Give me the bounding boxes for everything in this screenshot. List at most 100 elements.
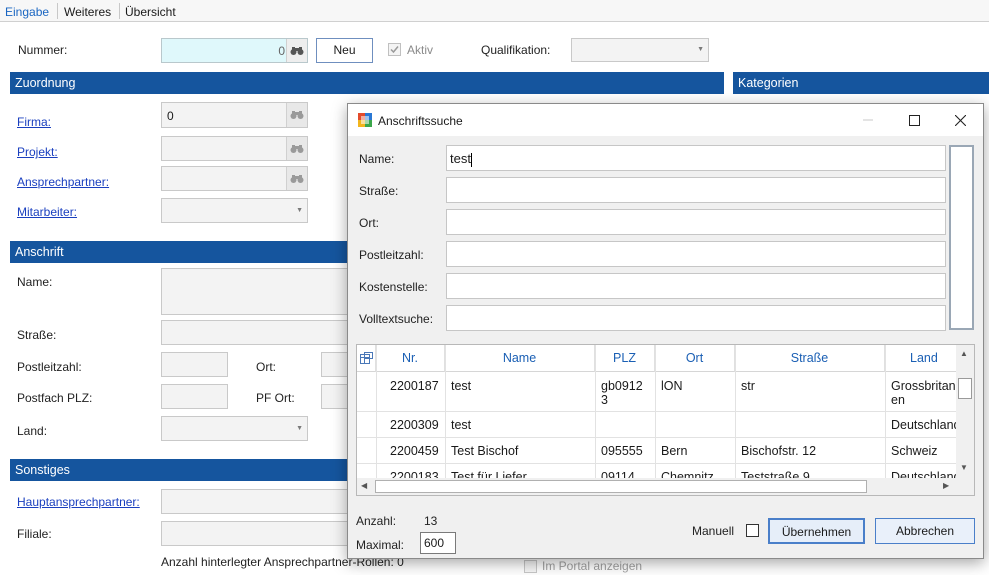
tab-weiteres[interactable]: Weiteres: [64, 3, 111, 21]
anschrift-name-label: Name:: [17, 275, 53, 289]
search-strasse-input[interactable]: [446, 177, 946, 203]
abbrechen-button[interactable]: Abbrechen: [875, 518, 975, 544]
tab-uebersicht[interactable]: Übersicht: [125, 3, 176, 21]
close-icon: [954, 114, 966, 126]
scroll-right-icon[interactable]: ▶: [943, 481, 949, 490]
vertical-scroll-thumb[interactable]: [958, 378, 972, 399]
column-header-plz[interactable]: PLZ: [595, 345, 655, 372]
pf-ort-label: PF Ort:: [256, 391, 295, 405]
postfach-plz-field[interactable]: [161, 384, 228, 409]
vertical-scrollbar[interactable]: ▲ ▼: [956, 345, 974, 478]
nummer-search-button[interactable]: [286, 39, 307, 62]
anschrift-ort-field[interactable]: [321, 352, 350, 377]
cell-nr: 2200459: [390, 444, 439, 458]
maximal-input[interactable]: 600: [420, 532, 456, 554]
horizontal-scroll-thumb[interactable]: [375, 480, 867, 493]
ansprechpartner-field[interactable]: [161, 166, 308, 191]
anschrift-strasse-field[interactable]: [161, 320, 350, 345]
anschrift-strasse-label: Straße:: [17, 328, 57, 342]
firma-link[interactable]: Firma:: [17, 115, 51, 129]
column-header-nr[interactable]: Nr.: [376, 345, 445, 372]
hauptansprechpartner-field[interactable]: [161, 489, 350, 514]
zuordnung-header: Zuordnung: [10, 72, 724, 94]
tab-separator: [57, 3, 58, 19]
column-header-strasse[interactable]: Straße: [735, 345, 885, 372]
cell-name: test: [451, 418, 472, 432]
search-plz-input[interactable]: [446, 241, 946, 267]
dialog-titlebar: Anschriftssuche: [348, 104, 983, 136]
table-row[interactable]: 2200459 Test Bischof 095555 Bern Bischof…: [357, 438, 956, 463]
minimize-icon: [863, 119, 873, 121]
column-chooser-icon: [359, 352, 373, 364]
search-volltext-input[interactable]: [446, 305, 946, 331]
binoculars-icon: [290, 46, 304, 55]
search-ort-input[interactable]: [446, 209, 946, 235]
hauptansprechpartner-link[interactable]: Hauptansprechpartner:: [17, 495, 140, 509]
qualifikation-dropdown[interactable]: ▼: [571, 38, 709, 62]
binoculars-icon: [290, 144, 304, 153]
results-grid[interactable]: Nr. Name PLZ Ort Straße Land 2200187 tes…: [356, 344, 975, 496]
chevron-down-icon: ▼: [697, 46, 704, 53]
maximal-label: Maximal:: [356, 538, 405, 552]
maximize-button[interactable]: [891, 104, 937, 136]
binoculars-icon: [290, 111, 304, 119]
search-kostenstelle-input[interactable]: [446, 273, 946, 299]
anzahl-label: Anzahl:: [356, 514, 397, 528]
projekt-link[interactable]: Projekt:: [17, 145, 58, 159]
portal-label: Im Portal anzeigen: [542, 559, 643, 573]
column-header-ort[interactable]: Ort: [655, 345, 735, 372]
table-row[interactable]: 2200309 test Deutschland: [357, 412, 956, 437]
manuell-checkbox[interactable]: [746, 524, 759, 537]
portal-checkbox[interactable]: [524, 560, 537, 573]
filiale-label: Filiale:: [17, 527, 52, 541]
land-label: Land:: [17, 424, 48, 438]
nummer-field[interactable]: 0: [161, 38, 308, 63]
land-dropdown[interactable]: ▼: [161, 416, 308, 441]
firma-search-button[interactable]: [286, 103, 307, 127]
anschrift-name-field[interactable]: [161, 268, 350, 315]
tab-eingabe[interactable]: Eingabe: [5, 3, 49, 21]
cell-strasse: Bischofstr. 12: [741, 444, 817, 458]
horizontal-scrollbar[interactable]: ◀ ▶: [357, 478, 956, 495]
column-header-land[interactable]: Land: [885, 345, 964, 372]
chevron-down-icon: ▼: [296, 425, 303, 432]
search-side-panel[interactable]: [949, 145, 974, 330]
anschrift-plz-field[interactable]: [161, 352, 228, 377]
column-header-name[interactable]: Name: [445, 345, 595, 372]
app-icon: [358, 113, 372, 127]
minimize-button[interactable]: [845, 104, 891, 136]
check-icon: [390, 46, 399, 54]
neu-button[interactable]: Neu: [316, 38, 373, 63]
column-chooser-button[interactable]: [357, 345, 376, 372]
kategorien-header: Kategorien: [733, 72, 989, 94]
search-name-input[interactable]: test: [446, 145, 946, 171]
projekt-field[interactable]: [161, 136, 308, 161]
cell-land: Grossbritann en: [891, 379, 956, 407]
projekt-search-button[interactable]: [286, 137, 307, 160]
aktiv-label: Aktiv: [407, 43, 434, 57]
cell-plz: 095555: [601, 444, 643, 458]
firma-field[interactable]: 0: [161, 102, 308, 128]
cell-ort: lON: [661, 379, 683, 393]
mitarbeiter-dropdown[interactable]: ▼: [161, 198, 308, 223]
scroll-left-icon[interactable]: ◀: [361, 481, 367, 490]
anzahl-value: 13: [424, 514, 438, 528]
qualifikation-label: Qualifikation:: [481, 43, 551, 57]
ansprechpartner-search-button[interactable]: [286, 167, 307, 190]
cell-land: Deutschland: [891, 418, 956, 432]
scroll-up-icon[interactable]: ▲: [960, 349, 968, 358]
mitarbeiter-link[interactable]: Mitarbeiter:: [17, 205, 77, 219]
ansprechpartner-link[interactable]: Ansprechpartner:: [17, 175, 109, 189]
scroll-down-icon[interactable]: ▼: [960, 463, 968, 472]
anschrift-header: Anschrift: [10, 241, 350, 263]
scrollbar-corner: [956, 478, 974, 495]
pf-ort-field[interactable]: [321, 384, 350, 409]
table-row[interactable]: 2200187 test gb0912 3 lON str Grossbrita…: [357, 373, 956, 411]
maximize-icon: [908, 114, 920, 126]
aktiv-checkbox[interactable]: [388, 43, 401, 56]
uebernehmen-button[interactable]: Übernehmen: [768, 518, 865, 544]
close-button[interactable]: [937, 104, 983, 136]
filiale-field[interactable]: [161, 521, 350, 546]
cell-nr: 2200187: [390, 379, 439, 393]
nummer-label: Nummer:: [18, 43, 68, 57]
